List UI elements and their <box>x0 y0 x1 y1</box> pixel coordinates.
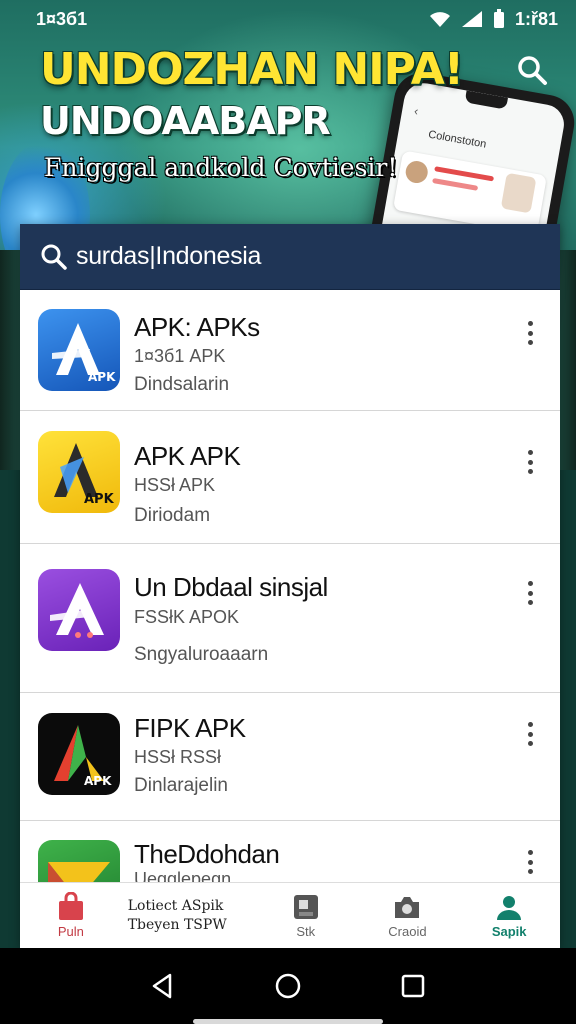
nav-item-stk[interactable]: Stk <box>255 883 357 948</box>
list-item-app-1[interactable]: APK APK: APKs 1¤3б1 APK Dindsalarin <box>20 290 560 411</box>
camera-icon <box>395 897 420 918</box>
phone-notch <box>464 90 508 110</box>
list-item-app-4[interactable]: APK FIPK APK HSSł RSSł Dinlarajelin <box>20 693 560 821</box>
recents-icon[interactable] <box>398 971 428 1001</box>
headline-secondary: UNDOAABAPR <box>40 99 331 143</box>
gesture-bar <box>193 1019 383 1024</box>
app-version: FSSłK APOK <box>134 607 240 627</box>
status-clock-right: 1:ř81 <box>514 8 558 29</box>
more-options-icon[interactable] <box>520 578 540 608</box>
search-input[interactable]: surdas|Indonesia <box>76 242 261 271</box>
app-version: HSSł RSSł <box>134 747 222 767</box>
hero-side-shadow-right <box>558 250 576 470</box>
battery-icon <box>493 9 504 28</box>
home-icon[interactable] <box>273 971 303 1001</box>
nav-item-puln[interactable]: Puln <box>20 883 122 948</box>
nav-label: Sapik <box>491 924 527 939</box>
app-title: Un Dbdaal sinsjal <box>134 572 328 602</box>
svg-text:APK: APK <box>84 774 112 788</box>
more-options-icon[interactable] <box>520 719 540 749</box>
app-list-panel: surdas|Indonesia APK APK: APKs 1¤3б1 APK… <box>20 224 560 948</box>
app-description: Dinlarajelin <box>134 775 228 796</box>
user-icon <box>497 896 522 920</box>
nav-promo[interactable]: Lotiect ASpik Tbeyen TSPW <box>122 883 255 948</box>
nav-label: Craoid <box>388 924 427 939</box>
app-title: APK APK <box>134 441 241 471</box>
nav-label: Puln <box>57 924 84 939</box>
headline-tagline: Fnigggal andkold Covtiesir! <box>44 153 398 182</box>
search-icon <box>41 244 67 270</box>
more-options-icon[interactable] <box>520 318 540 348</box>
more-options-icon[interactable] <box>520 447 540 477</box>
banner-headline: UNDOZHAN NIPA! UNDOAABAPR Fnigggal andko… <box>40 44 464 182</box>
app-version: 1¤3б1 APK <box>134 346 226 366</box>
app-description: Sngyaluroaaarn <box>134 644 269 665</box>
list-item-app-2[interactable]: APK APK APK HSSł APK Diriodam <box>20 411 560 544</box>
a-purple-icon <box>38 569 120 651</box>
bag-icon <box>58 892 83 920</box>
search-bar[interactable]: surdas|Indonesia <box>20 224 560 290</box>
back-icon[interactable] <box>148 971 178 1001</box>
app-title: APK: APKs <box>134 312 260 342</box>
app-description: Dindsalarin <box>134 374 230 395</box>
wifi-icon <box>429 12 450 27</box>
system-nav-bar <box>0 948 576 1024</box>
status-time: 1¤3б1 <box>36 8 88 29</box>
status-icons: 1:ř81 <box>429 9 558 30</box>
nav-label: Stk <box>296 924 316 939</box>
more-options-icon[interactable] <box>520 847 540 877</box>
search-button[interactable] <box>516 54 548 91</box>
status-bar: 1¤3б1 1:ř81 <box>0 0 576 38</box>
a-black-icon: APK <box>38 713 120 795</box>
list-item-app-3[interactable]: Un Dbdaal sinsjal FSSłK APOK Sngyaluroaa… <box>20 544 560 693</box>
app-description: Diriodam <box>134 505 211 526</box>
app-title: FIPK APK <box>134 713 246 743</box>
search-icon <box>518 56 547 85</box>
a-blue-icon: APK <box>38 309 120 391</box>
bottom-nav: Puln Lotiect ASpik Tbeyen TSPW Stk Craoi… <box>20 882 560 948</box>
svg-text:APK: APK <box>84 492 115 507</box>
app-title: TheDdohdan <box>134 839 280 869</box>
store-icon <box>293 895 318 919</box>
nav-item-craoid[interactable]: Craoid <box>357 883 459 948</box>
svg-text:APK: APK <box>88 370 116 384</box>
a-yellow-icon: APK <box>38 431 120 513</box>
promo-line-2: Tbeyen TSPW <box>127 916 227 933</box>
signal-icon <box>461 11 482 27</box>
nav-item-sapik[interactable]: Sapik <box>458 883 560 948</box>
hero-side-shadow-left <box>0 250 22 470</box>
phone-portrait <box>500 172 537 214</box>
promo-line-1: Lotiect ASpik <box>127 897 224 914</box>
app-version: HSSł APK <box>134 475 216 495</box>
headline-primary: UNDOZHAN NIPA! <box>40 44 464 95</box>
